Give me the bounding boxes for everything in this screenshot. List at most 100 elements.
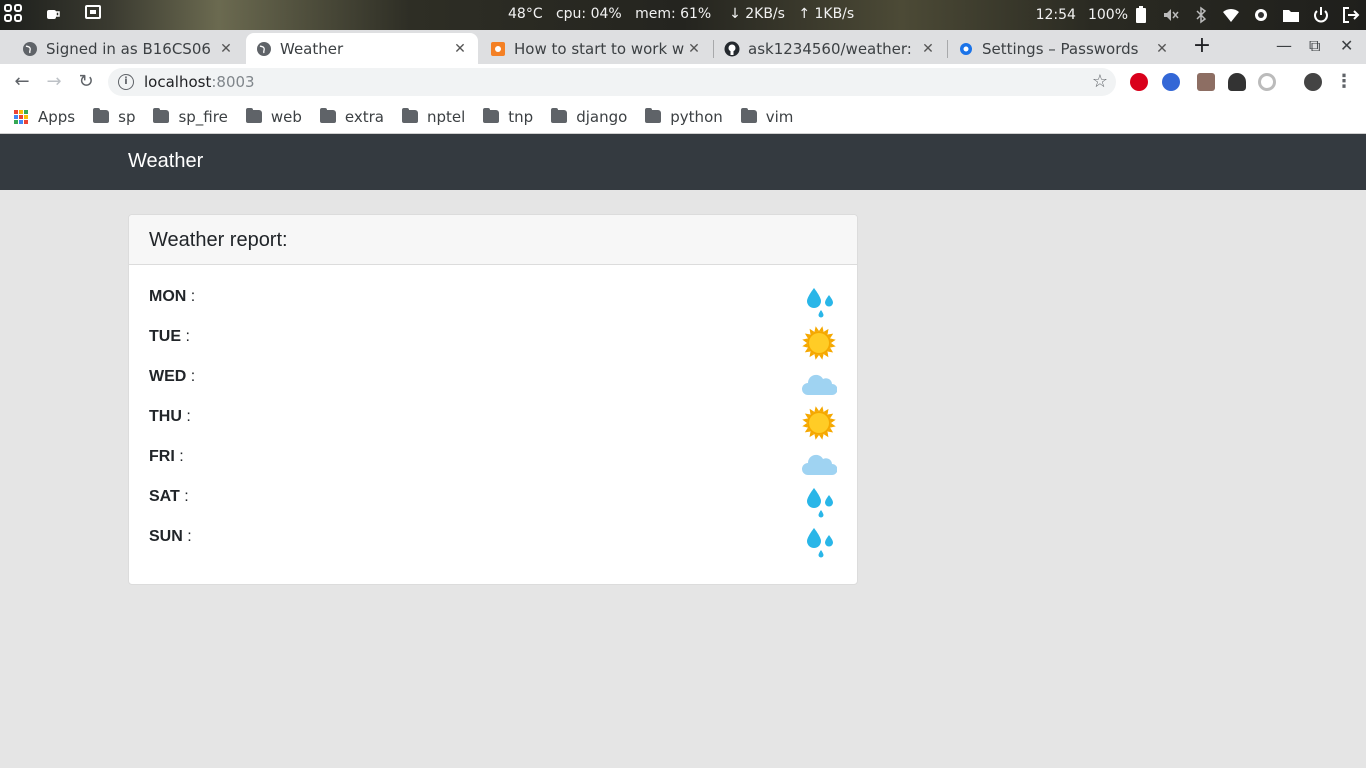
bookmark-folder[interactable]: extra xyxy=(319,107,384,126)
folder-icon[interactable] xyxy=(1282,6,1300,24)
bookmark-label: extra xyxy=(344,107,384,126)
bookmark-folder[interactable]: nptel xyxy=(401,107,466,126)
settings-gear-icon xyxy=(960,42,972,55)
day-separator: : xyxy=(186,288,196,305)
close-icon[interactable]: ✕ xyxy=(686,41,702,57)
circle-extension-icon[interactable] xyxy=(1258,73,1276,91)
tab-settings-passwords[interactable]: Settings – Passwords ✕ xyxy=(948,33,1180,64)
day-separator: : xyxy=(179,488,189,505)
url-port: :8003 xyxy=(211,73,255,91)
close-icon[interactable]: ✕ xyxy=(452,41,468,57)
tab-strip: Signed in as B16CS06 ✕ Weather ✕ How to … xyxy=(0,30,1366,64)
tab-title: Signed in as B16CS06 xyxy=(46,39,211,58)
bookmark-folder[interactable]: vim xyxy=(740,108,793,126)
reload-button[interactable]: ↻ xyxy=(74,70,98,94)
folder-icon xyxy=(245,108,262,123)
upload-readout: ↑ 1KB/s xyxy=(798,6,855,22)
new-tab-button[interactable]: + xyxy=(1188,34,1216,60)
rain-drops-icon xyxy=(807,528,833,558)
weather-report-card: Weather report: MON : TUE : WED : THU : FRI … xyxy=(128,214,858,585)
bookmark-label: sp_fire xyxy=(178,107,228,126)
forward-button[interactable]: → xyxy=(42,70,66,94)
folder-icon xyxy=(645,108,662,123)
cloud-icon xyxy=(802,454,837,475)
coffee-cup-icon[interactable] xyxy=(44,4,62,22)
navbar-brand[interactable]: Weather xyxy=(128,150,203,173)
clock[interactable]: 12:54 xyxy=(1036,7,1076,23)
day-name: THU xyxy=(149,408,182,425)
restore-button[interactable]: ⧉ xyxy=(1309,36,1320,56)
bookmark-star-icon[interactable]: ☆ xyxy=(1092,71,1108,92)
bookmark-folder[interactable]: sp xyxy=(93,108,135,126)
close-icon[interactable]: ✕ xyxy=(218,41,234,57)
wifi-icon[interactable] xyxy=(1222,6,1240,24)
adblock-extension-icon[interactable] xyxy=(1130,73,1148,91)
card-header: Weather report: xyxy=(129,215,857,265)
folder-icon xyxy=(551,108,568,123)
day-label: TUE : xyxy=(149,325,190,346)
bookmark-label: web xyxy=(270,107,302,126)
bookmark-folder[interactable]: web xyxy=(245,107,302,126)
day-row-tue: TUE : xyxy=(149,325,837,365)
bookmark-apps[interactable]: Apps xyxy=(14,108,75,126)
profile-avatar-icon[interactable] xyxy=(1304,73,1322,91)
day-row-fri: FRI : xyxy=(149,445,837,485)
folder-icon xyxy=(401,108,418,123)
bookmark-folder[interactable]: sp_fire xyxy=(153,107,228,126)
system-monitor: 48°C cpu: 04% mem: 61% ↓ 2KB/s ↑ 1KB/s xyxy=(508,6,854,22)
day-row-sun: SUN : xyxy=(149,525,837,565)
logout-icon[interactable] xyxy=(1342,6,1360,24)
day-row-sat: SAT : xyxy=(149,485,837,525)
close-icon[interactable]: ✕ xyxy=(1154,41,1170,57)
close-window-button[interactable]: ✕ xyxy=(1340,36,1353,55)
app-grid-icon[interactable] xyxy=(4,4,22,22)
day-separator: : xyxy=(186,368,196,385)
globe-icon xyxy=(23,41,37,56)
tab-github[interactable]: ask1234560/weather: ✕ xyxy=(714,33,946,64)
day-label: FRI : xyxy=(149,445,184,466)
tab-weather[interactable]: Weather ✕ xyxy=(246,33,478,64)
bluetooth-icon[interactable] xyxy=(1192,6,1210,24)
day-label: SAT : xyxy=(149,485,189,506)
battery-percent: 100% xyxy=(1087,7,1128,23)
cloud-icon xyxy=(802,374,837,395)
battery-icon[interactable] xyxy=(1132,6,1150,24)
card-title: Weather report: xyxy=(149,229,288,251)
off-extension-icon[interactable] xyxy=(1197,73,1215,91)
day-label: SUN : xyxy=(149,525,192,546)
bookmark-label: python xyxy=(670,107,723,126)
tab-signed-in[interactable]: Signed in as B16CS06 ✕ xyxy=(12,33,244,64)
brightness-icon[interactable] xyxy=(1252,6,1270,24)
day-name: SUN xyxy=(149,528,183,545)
browser-toolbar: ← → ↻ i localhost:8003 ☆ ⋮ xyxy=(0,64,1366,100)
fox-extension-icon[interactable] xyxy=(1228,73,1246,91)
menu-kebab-icon[interactable]: ⋮ xyxy=(1332,70,1356,94)
day-name: WED xyxy=(149,368,187,385)
os-top-bar: 48°C cpu: 04% mem: 61% ↓ 2KB/s ↑ 1KB/s 1… xyxy=(0,0,1366,30)
tab-how-to-start[interactable]: How to start to work w ✕ xyxy=(480,33,712,64)
github-icon xyxy=(724,41,740,56)
close-icon[interactable]: ✕ xyxy=(920,41,936,57)
folder-icon xyxy=(740,108,757,123)
bookmark-folder[interactable]: django xyxy=(551,108,627,126)
screen-icon[interactable] xyxy=(84,4,102,22)
bookmark-label: tnp xyxy=(508,107,534,126)
minimize-button[interactable]: — xyxy=(1276,36,1292,55)
bookmark-folder[interactable]: python xyxy=(645,107,723,126)
site-info-icon[interactable]: i xyxy=(118,74,134,90)
bookmark-folder[interactable]: tnp xyxy=(483,108,533,126)
globe-extension-icon[interactable] xyxy=(1162,73,1180,91)
power-icon[interactable] xyxy=(1312,6,1330,24)
day-list: MON : TUE : WED : THU : FRI : SAT : SUN : xyxy=(129,265,857,565)
volume-muted-icon[interactable] xyxy=(1162,6,1180,24)
sun-icon xyxy=(802,406,836,440)
cpu-readout: cpu: 04% xyxy=(555,6,622,22)
bookmark-label: nptel xyxy=(426,107,466,126)
bookmark-label: Apps xyxy=(38,107,76,126)
address-bar[interactable]: i localhost:8003 ☆ xyxy=(108,68,1116,96)
folder-icon xyxy=(93,108,110,123)
day-name: FRI xyxy=(149,448,175,465)
download-readout: ↓ 2KB/s xyxy=(729,6,785,22)
orange-site-icon xyxy=(491,41,505,56)
back-button[interactable]: ← xyxy=(10,70,34,94)
